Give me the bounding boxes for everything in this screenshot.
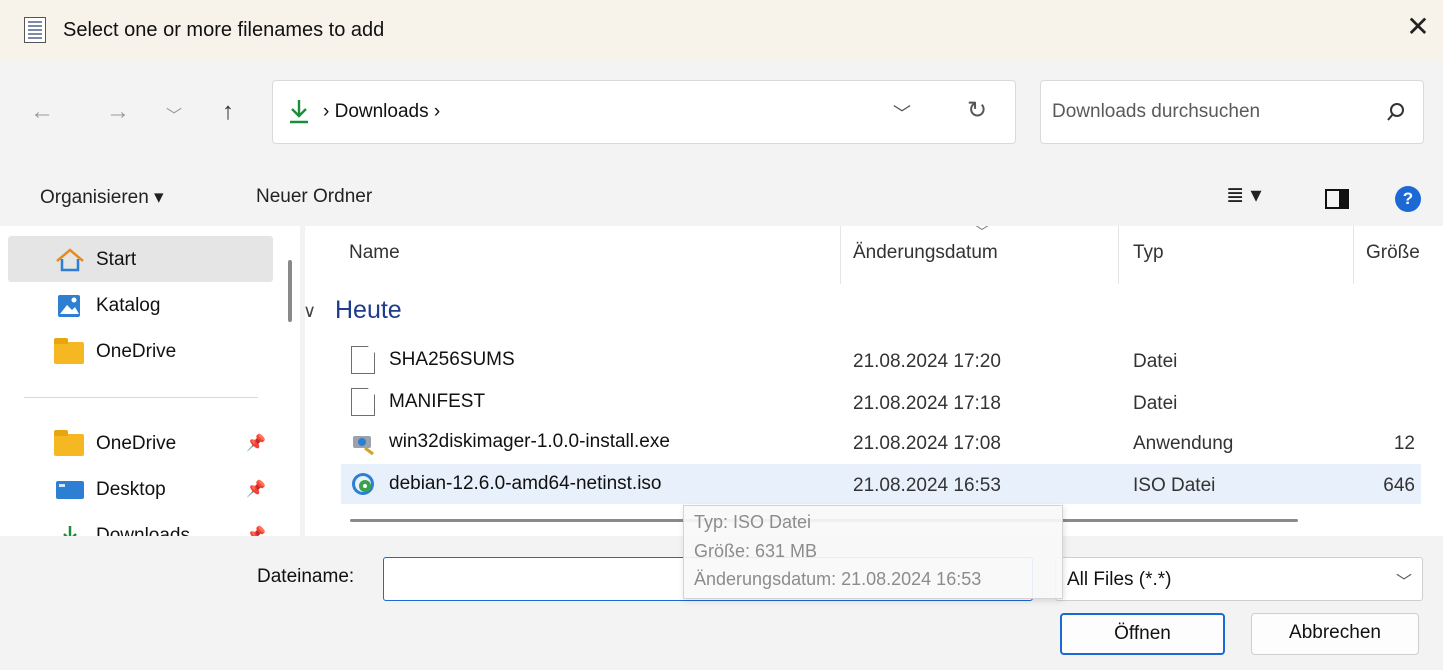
- table-row[interactable]: win32diskimager-1.0.0-install.exe 21.08.…: [341, 422, 1421, 462]
- file-date: 21.08.2024 17:18: [853, 393, 1001, 414]
- sidebar-item-start[interactable]: Start: [8, 236, 273, 282]
- sidebar-item-onedrive[interactable]: OneDrive: [8, 328, 273, 374]
- file-type: ISO Datei: [1133, 475, 1216, 496]
- column-divider[interactable]: [1353, 226, 1354, 284]
- file-info-tooltip: Typ: ISO Datei Größe: 631 MB Änderungsda…: [683, 505, 1063, 599]
- file-type-filter[interactable]: All Files (*.*) ﹀: [1055, 557, 1423, 601]
- file-name: SHA256SUMS: [389, 349, 515, 370]
- column-header-type[interactable]: Typ: [1133, 242, 1164, 264]
- file-list: ﹀ Name Änderungsdatum Typ Größe ∨ Heute …: [305, 226, 1443, 536]
- search-placeholder[interactable]: Downloads durchsuchen: [1052, 101, 1260, 123]
- table-row[interactable]: debian-12.6.0-amd64-netinst.iso 21.08.20…: [341, 464, 1421, 504]
- disc-image-icon: [352, 473, 374, 495]
- pin-icon: 📌: [246, 527, 266, 536]
- sidebar-scrollbar[interactable]: [288, 260, 292, 322]
- home-icon: [56, 248, 84, 272]
- organize-button[interactable]: Organisieren ▾: [40, 186, 164, 209]
- document-icon: [351, 346, 375, 374]
- file-date: 21.08.2024 17:08: [853, 433, 1001, 454]
- file-size: 646: [1383, 475, 1415, 496]
- address-dropdown-icon[interactable]: ﹀: [893, 100, 911, 126]
- file-type: Datei: [1133, 351, 1178, 372]
- preview-pane-icon[interactable]: [1325, 189, 1349, 209]
- address-bar[interactable]: › Downloads › ﹀ ↻: [272, 80, 1016, 144]
- group-header[interactable]: ∨ Heute: [305, 296, 402, 325]
- sidebar-item-katalog[interactable]: Katalog: [8, 282, 273, 328]
- up-icon[interactable]: ↑: [214, 98, 242, 126]
- breadcrumb[interactable]: › Downloads ›: [323, 101, 440, 123]
- sidebar-item-label: Downloads: [96, 525, 190, 536]
- open-button[interactable]: Öffnen: [1060, 613, 1225, 655]
- column-divider[interactable]: [840, 226, 841, 284]
- close-icon[interactable]: ✕: [1405, 12, 1431, 42]
- column-header-date[interactable]: Änderungsdatum: [853, 242, 998, 264]
- file-size: 12: [1393, 433, 1415, 454]
- tooltip-date: Änderungsdatum: 21.08.2024 16:53: [694, 569, 982, 589]
- sidebar-divider: [24, 397, 258, 398]
- column-header-size[interactable]: Größe: [1366, 242, 1420, 264]
- command-bar: Organisieren ▾ Neuer Ordner ≣ ▾ ?: [0, 170, 1443, 226]
- sidebar-item-downloads[interactable]: Downloads 📌: [8, 512, 273, 536]
- sidebar-item-label: Start: [96, 249, 137, 270]
- pin-icon: 📌: [246, 481, 266, 498]
- column-divider[interactable]: [1118, 226, 1119, 284]
- sort-indicator-icon: ﹀: [975, 226, 989, 240]
- tooltip-size: Größe: 631 MB: [694, 541, 818, 561]
- dialog-title: Select one or more filenames to add: [63, 19, 385, 41]
- download-icon: [63, 526, 77, 536]
- pin-icon: 📌: [246, 435, 266, 452]
- chevron-down-icon[interactable]: ∨: [305, 301, 316, 322]
- desktop-icon: [56, 481, 84, 499]
- back-icon[interactable]: ←: [28, 98, 56, 126]
- download-icon: [290, 100, 308, 124]
- file-name: win32diskimager-1.0.0-install.exe: [389, 431, 670, 452]
- sidebar-item-onedrive-pinned[interactable]: OneDrive 📌: [8, 420, 273, 466]
- navigation-pane: Start Katalog OneDrive OneDrive 📌 Deskto…: [0, 226, 300, 536]
- document-icon: [351, 388, 375, 416]
- tooltip-type: Typ: ISO Datei: [694, 512, 812, 532]
- file-name: MANIFEST: [389, 391, 486, 412]
- file-date: 21.08.2024 17:20: [853, 351, 1001, 372]
- new-folder-button[interactable]: Neuer Ordner: [256, 186, 372, 208]
- refresh-icon[interactable]: ↻: [967, 96, 987, 125]
- sidebar-item-desktop[interactable]: Desktop 📌: [8, 466, 273, 512]
- forward-icon[interactable]: →: [104, 98, 132, 126]
- folder-icon: [54, 430, 84, 456]
- search-icon[interactable]: [1385, 101, 1407, 123]
- file-date: 21.08.2024 16:53: [853, 475, 1001, 496]
- chevron-down-icon[interactable]: ﹀: [1396, 568, 1412, 592]
- installer-icon: [353, 436, 374, 456]
- cancel-button[interactable]: Abbrechen: [1251, 613, 1419, 655]
- help-icon[interactable]: ?: [1395, 186, 1421, 212]
- group-header-label: Heute: [335, 296, 402, 324]
- file-name: debian-12.6.0-amd64-netinst.iso: [389, 473, 662, 494]
- sidebar-item-label: OneDrive: [96, 433, 177, 454]
- title-bar: Select one or more filenames to add ✕: [0, 0, 1443, 62]
- view-menu-icon[interactable]: ≣ ▾: [1226, 182, 1262, 208]
- table-row[interactable]: SHA256SUMS 21.08.2024 17:20 Datei: [341, 340, 1421, 380]
- table-row[interactable]: MANIFEST 21.08.2024 17:18 Datei: [341, 382, 1421, 422]
- column-header-name[interactable]: Name: [349, 242, 400, 264]
- sidebar-item-label: Katalog: [96, 295, 161, 316]
- search-box[interactable]: Downloads durchsuchen: [1040, 80, 1424, 144]
- file-type-filter-value: All Files (*.*): [1067, 569, 1172, 590]
- file-type: Anwendung: [1133, 433, 1234, 454]
- recent-locations-icon[interactable]: ﹀: [160, 102, 188, 126]
- sidebar-item-label: OneDrive: [96, 341, 177, 362]
- navigation-bar: ← → ﹀ ↑ › Downloads › ﹀ ↻ Downloads durc…: [0, 62, 1443, 170]
- gallery-icon: [58, 295, 80, 317]
- filename-label: Dateiname:: [257, 566, 355, 587]
- folder-icon: [54, 338, 84, 364]
- sidebar-item-label: Desktop: [96, 479, 166, 500]
- file-type: Datei: [1133, 393, 1178, 414]
- dialog-icon: [24, 17, 46, 43]
